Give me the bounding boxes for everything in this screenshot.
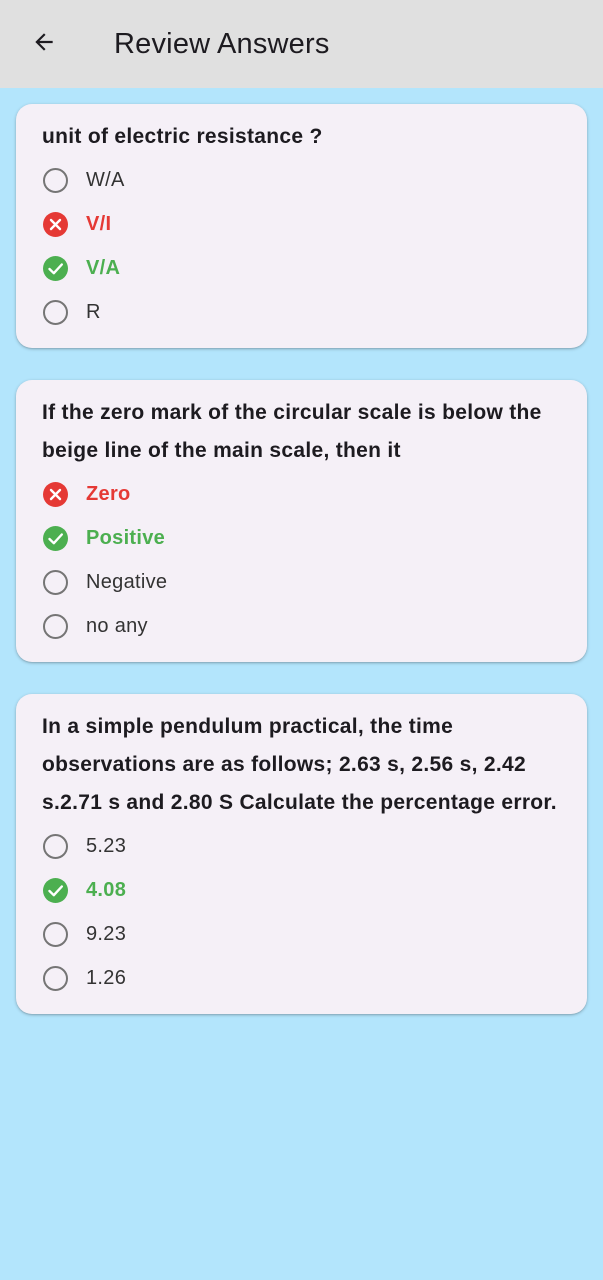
answer-option[interactable]: 5.23 (42, 824, 561, 868)
option-label: V/I (86, 212, 112, 235)
option-label: 9.23 (86, 922, 127, 945)
radio-unselected-icon (42, 569, 69, 596)
answer-option[interactable]: 9.23 (42, 912, 561, 956)
answer-option[interactable]: 4.08 (42, 868, 561, 912)
radio-unselected-icon (42, 167, 69, 194)
option-label: 4.08 (86, 878, 127, 901)
wrong-answer-icon (42, 481, 69, 508)
radio-unselected-icon (42, 965, 69, 992)
answer-option[interactable]: Negative (42, 560, 561, 604)
correct-answer-icon (42, 877, 69, 904)
question-text: In a simple pendulum practical, the time… (42, 715, 557, 814)
option-label: Negative (86, 570, 168, 593)
option-label: V/A (86, 256, 121, 279)
answer-option[interactable]: R (42, 290, 561, 334)
question-card: unit of electric resistance ? W/A V/I V/… (16, 104, 587, 348)
option-label: R (86, 300, 101, 323)
wrong-answer-icon (42, 211, 69, 238)
radio-unselected-icon (42, 613, 69, 640)
answer-option[interactable]: no any (42, 604, 561, 648)
answer-option[interactable]: V/A (42, 246, 561, 290)
answer-option[interactable]: V/I (42, 202, 561, 246)
option-label: W/A (86, 168, 125, 191)
question-card: If the zero mark of the circular scale i… (16, 380, 587, 662)
answer-option[interactable]: Zero (42, 472, 561, 516)
questions-list: unit of electric resistance ? W/A V/I V/… (0, 88, 603, 1014)
back-button[interactable] (22, 22, 66, 66)
question-text: unit of electric resistance ? (42, 125, 323, 148)
option-label: Positive (86, 526, 166, 549)
correct-answer-icon (42, 255, 69, 282)
app-bar: Review Answers (0, 0, 603, 88)
correct-answer-icon (42, 525, 69, 552)
radio-unselected-icon (42, 833, 69, 860)
radio-unselected-icon (42, 921, 69, 948)
radio-unselected-icon (42, 299, 69, 326)
option-label: 5.23 (86, 834, 127, 857)
answer-option[interactable]: 1.26 (42, 956, 561, 1000)
question-text: If the zero mark of the circular scale i… (42, 401, 542, 462)
option-label: Zero (86, 482, 131, 505)
answer-option[interactable]: Positive (42, 516, 561, 560)
question-card: In a simple pendulum practical, the time… (16, 694, 587, 1014)
answer-option[interactable]: W/A (42, 158, 561, 202)
arrow-left-icon (31, 29, 57, 60)
page-title: Review Answers (114, 28, 330, 60)
option-label: 1.26 (86, 966, 127, 989)
option-label: no any (86, 614, 148, 637)
